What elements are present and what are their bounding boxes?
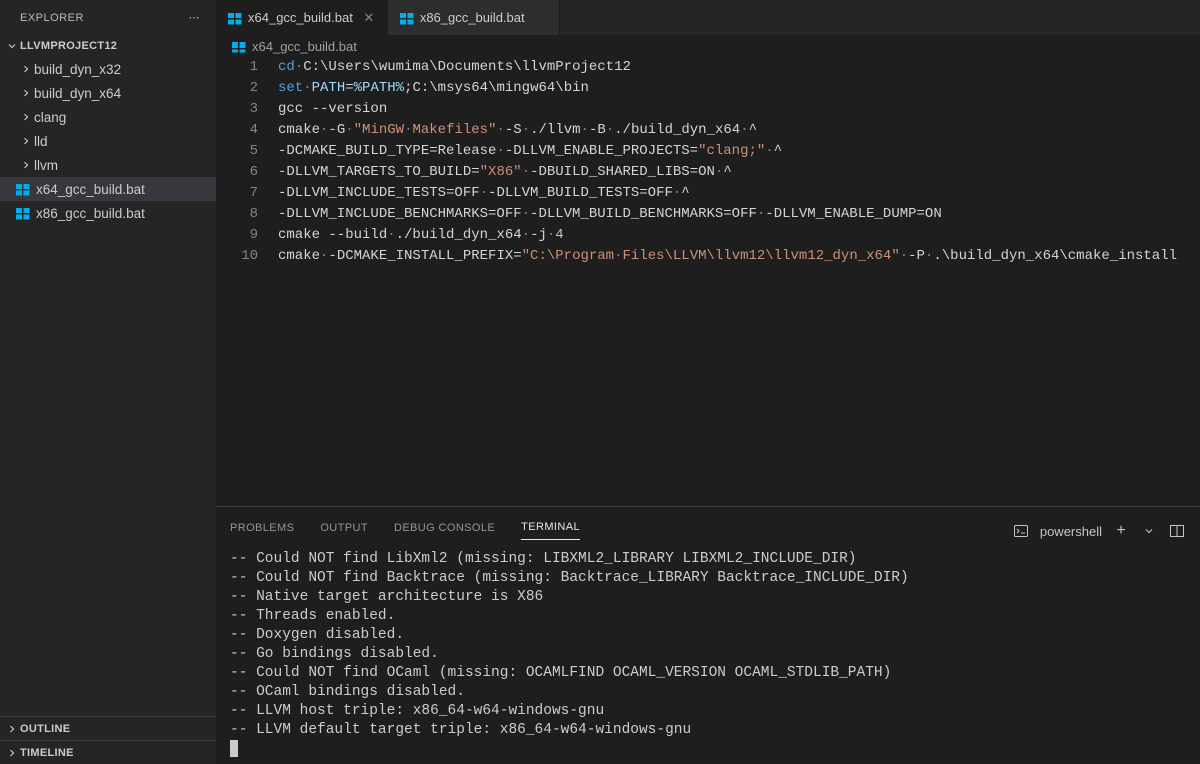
tab-x86_gcc_build.bat[interactable]: x86_gcc_build.bat [388, 0, 560, 35]
chevron-right-icon [18, 87, 34, 99]
terminal-output[interactable]: -- Could NOT find LibXml2 (missing: LIBX… [216, 540, 1200, 764]
new-terminal-icon[interactable]: + [1112, 522, 1130, 540]
explorer-sidebar: EXPLORER ⋯ LLVMPROJECT12 build_dyn_x32bu… [0, 0, 216, 764]
chevron-right-icon [18, 111, 34, 123]
main-area: x64_gcc_build.bat✕x86_gcc_build.bat x64_… [216, 0, 1200, 764]
bat-file-icon [230, 37, 248, 55]
chevron-down-icon [4, 38, 20, 54]
close-icon[interactable]: ✕ [361, 10, 377, 26]
code-line[interactable]: cmake·-G·"MinGW·Makefiles"·-S·./llvm·-B·… [278, 120, 1192, 141]
file-tree: build_dyn_x32build_dyn_x64clanglldllvmx6… [0, 57, 216, 225]
bat-file-icon [14, 204, 32, 222]
code-content[interactable]: cd·C:\Users\wumima\Documents\llvmProject… [278, 57, 1200, 506]
bottom-panel: PROBLEMS OUTPUT DEBUG CONSOLE TERMINAL powe… [216, 506, 1200, 764]
terminal-line: -- LLVM default target triple: x86_64-w6… [230, 721, 1186, 740]
outline-section[interactable]: OUTLINE [0, 716, 216, 740]
code-line[interactable]: -DLLVM_TARGETS_TO_BUILD="X86"·-DBUILD_SH… [278, 162, 1192, 183]
breadcrumb[interactable]: x64_gcc_build.bat [216, 35, 1200, 57]
chevron-down-icon[interactable] [1140, 522, 1158, 540]
panel-tab-problems[interactable]: PROBLEMS [230, 516, 294, 540]
code-editor[interactable]: 12345678910 cd·C:\Users\wumima\Documents… [216, 57, 1200, 506]
folder-clang[interactable]: clang [0, 105, 216, 129]
terminal-line: -- Could NOT find OCaml (missing: OCAMLF… [230, 664, 1186, 683]
bat-file-icon [398, 9, 416, 27]
chevron-right-icon [4, 745, 20, 761]
explorer-title: EXPLORER [20, 12, 84, 24]
chevron-right-icon [4, 721, 20, 737]
code-line[interactable]: cd·C:\Users\wumima\Documents\llvmProject… [278, 57, 1192, 78]
file-x64_gcc_build.bat[interactable]: x64_gcc_build.bat [0, 177, 216, 201]
terminal-line: -- Could NOT find LibXml2 (missing: LIBX… [230, 550, 1186, 569]
terminal-launch-icon[interactable] [1012, 522, 1030, 540]
split-terminal-icon[interactable] [1168, 522, 1186, 540]
explorer-more-icon[interactable]: ⋯ [185, 9, 205, 26]
chevron-right-icon [18, 159, 34, 171]
editor-tabs: x64_gcc_build.bat✕x86_gcc_build.bat [216, 0, 1200, 35]
code-line[interactable]: -DCMAKE_BUILD_TYPE=Release·-DLLVM_ENABLE… [278, 141, 1192, 162]
folder-lld[interactable]: lld [0, 129, 216, 153]
panel-tab-terminal[interactable]: TERMINAL [521, 515, 580, 540]
code-line[interactable]: -DLLVM_INCLUDE_TESTS=OFF·-DLLVM_BUILD_TE… [278, 183, 1192, 204]
code-line[interactable]: -DLLVM_INCLUDE_BENCHMARKS=OFF·-DLLVM_BUI… [278, 204, 1192, 225]
panel-tabs: PROBLEMS OUTPUT DEBUG CONSOLE TERMINAL powe… [216, 507, 1200, 540]
panel-actions: powershell + [1012, 522, 1186, 540]
terminal-line: -- OCaml bindings disabled. [230, 683, 1186, 702]
chevron-right-icon [18, 63, 34, 75]
folder-llvm[interactable]: llvm [0, 153, 216, 177]
terminal-cursor [230, 740, 238, 757]
panel-tab-output[interactable]: OUTPUT [320, 516, 368, 540]
terminal-line: -- Could NOT find Backtrace (missing: Ba… [230, 569, 1186, 588]
folder-build_dyn_x32[interactable]: build_dyn_x32 [0, 57, 216, 81]
code-line[interactable]: cmake --build·./build_dyn_x64·-j·4 [278, 225, 1192, 246]
line-numbers: 12345678910 [216, 57, 278, 506]
project-name: LLVMPROJECT12 [20, 40, 117, 52]
bat-file-icon [14, 180, 32, 198]
explorer-header: EXPLORER ⋯ [0, 0, 216, 35]
code-line[interactable]: cmake·-DCMAKE_INSTALL_PREFIX="C:\Program… [278, 246, 1192, 267]
project-root[interactable]: LLVMPROJECT12 [0, 35, 216, 57]
terminal-line: -- Doxygen disabled. [230, 626, 1186, 645]
folder-build_dyn_x64[interactable]: build_dyn_x64 [0, 81, 216, 105]
timeline-section[interactable]: TIMELINE [0, 740, 216, 764]
bat-file-icon [226, 9, 244, 27]
terminal-line: -- Threads enabled. [230, 607, 1186, 626]
panel-tab-debug-console[interactable]: DEBUG CONSOLE [394, 516, 495, 540]
file-x86_gcc_build.bat[interactable]: x86_gcc_build.bat [0, 201, 216, 225]
shell-name[interactable]: powershell [1040, 524, 1102, 539]
code-line[interactable]: set·PATH=%PATH%;C:\msys64\mingw64\bin [278, 78, 1192, 99]
chevron-right-icon [18, 135, 34, 147]
terminal-line: -- Go bindings disabled. [230, 645, 1186, 664]
terminal-line: -- LLVM host triple: x86_64-w64-windows-… [230, 702, 1186, 721]
terminal-line: -- Native target architecture is X86 [230, 588, 1186, 607]
code-line[interactable]: gcc --version [278, 99, 1192, 120]
tab-x64_gcc_build.bat[interactable]: x64_gcc_build.bat✕ [216, 0, 388, 35]
